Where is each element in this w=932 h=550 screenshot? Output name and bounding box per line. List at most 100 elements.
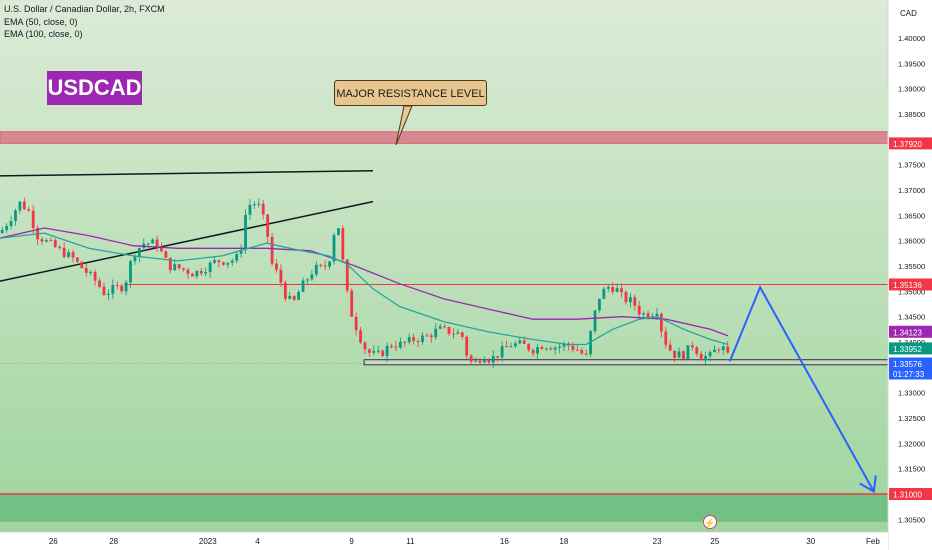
candle-body (367, 349, 371, 353)
candle-body (664, 331, 668, 345)
candle-body (222, 262, 225, 265)
candle-body (496, 355, 500, 358)
event-bolt-icon[interactable]: ⚡ (703, 515, 717, 529)
candle-body (421, 335, 424, 343)
candle-body (363, 342, 367, 350)
candle-body (606, 287, 610, 289)
candle-body (230, 260, 234, 263)
candle-body (536, 347, 539, 354)
candle-body (642, 313, 646, 315)
candle-body (186, 269, 190, 274)
candle-body (628, 297, 632, 303)
candle-body (137, 248, 141, 257)
candle-body (0, 229, 4, 234)
candle-body (469, 355, 473, 362)
candle-body (646, 313, 650, 318)
candle-body (252, 204, 256, 206)
candle-body (292, 296, 296, 300)
candle-body (177, 264, 181, 269)
candle-body (425, 335, 429, 337)
candle-body (248, 204, 252, 215)
candle-body (213, 260, 216, 263)
symbol-title: U.S. Dollar / Canadian Dollar, 2h, FXCM (4, 4, 165, 14)
candle-body (173, 264, 177, 271)
candle-body (328, 261, 331, 267)
candle-body (478, 360, 482, 363)
resistance-zone (0, 131, 889, 144)
candle-body (677, 351, 681, 358)
time-axis-bg (0, 532, 888, 550)
candle-body (615, 288, 619, 292)
candle-body (403, 341, 407, 343)
candle-body (160, 247, 163, 252)
candle-body (323, 265, 327, 267)
candle-body (129, 261, 132, 283)
candle-body (279, 269, 283, 283)
candle-body (443, 326, 446, 328)
candle-body (558, 346, 562, 348)
candle-body (350, 290, 354, 317)
y-tick-label: 1.33000 (898, 389, 925, 398)
candle-body (708, 352, 712, 357)
y-tick-label: 1.40000 (898, 34, 925, 43)
candle-body (659, 313, 663, 332)
candle-body (624, 292, 628, 303)
candle-body (244, 214, 247, 250)
candle-body (257, 203, 261, 205)
candle-body (438, 326, 442, 329)
candle-body (381, 350, 385, 356)
candle-body (337, 228, 340, 236)
candle-body (611, 287, 615, 292)
candle-body (598, 298, 601, 311)
candle-body (452, 333, 455, 335)
candle-body (53, 240, 57, 248)
candle-body (49, 240, 53, 242)
candle-body (164, 251, 168, 258)
ema50-legend[interactable]: EMA (50, close, 0) (4, 17, 78, 28)
x-tick-label: 28 (109, 537, 118, 546)
x-tick-label: 30 (806, 537, 815, 546)
candle-body (98, 280, 101, 287)
candle-body (686, 345, 690, 360)
candle-body (456, 332, 460, 334)
candle-body (518, 340, 522, 344)
candle-body (31, 210, 35, 228)
candle-body (637, 305, 641, 315)
candle-body (531, 349, 535, 354)
x-tick-label: 4 (255, 537, 260, 546)
candle-body (151, 239, 155, 244)
price-tag-label: 1.33952 (893, 345, 922, 354)
candle-body (76, 257, 79, 262)
y-tick-label: 1.34500 (898, 313, 925, 322)
candle-body (407, 337, 411, 343)
y-tick-label: 1.36000 (898, 237, 925, 246)
candle-body (124, 282, 128, 292)
candle-body (120, 285, 124, 292)
candle-body (106, 293, 110, 296)
candle-body (204, 272, 208, 274)
candle-body (385, 345, 389, 356)
candle-body (447, 326, 451, 334)
ema100-legend[interactable]: EMA (100, close, 0) (4, 29, 83, 40)
candle-body (297, 291, 301, 300)
candle-body (319, 264, 323, 266)
support-zone (0, 494, 888, 522)
candle-body (620, 288, 623, 293)
candle-body (376, 350, 380, 352)
y-tick-label: 1.38500 (898, 110, 925, 119)
candle-body (84, 268, 88, 273)
candle-body (412, 337, 416, 342)
candle-body (655, 313, 659, 317)
consolidation-box (363, 359, 889, 366)
y-tick-label: 1.37500 (898, 161, 925, 170)
candle-body (491, 355, 495, 363)
candle-body (505, 346, 508, 348)
candle-body (522, 340, 526, 344)
price-tag-label: 1.33576 (893, 360, 922, 369)
candle-body (58, 247, 62, 249)
candle-body (509, 346, 513, 348)
candle-body (704, 356, 708, 361)
candle-body (429, 335, 433, 338)
x-tick-label: Feb (866, 537, 880, 546)
x-tick-label: 25 (710, 537, 719, 546)
